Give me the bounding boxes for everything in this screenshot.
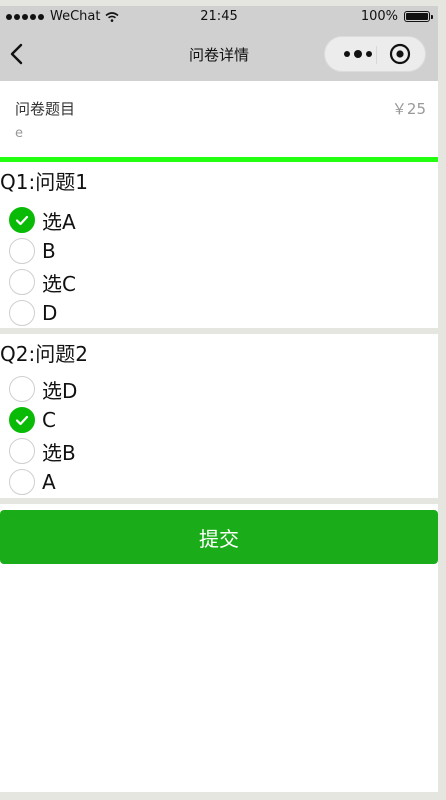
radio-unchecked-icon[interactable] bbox=[9, 376, 35, 402]
option-item[interactable]: B bbox=[9, 236, 56, 266]
option-label: 选B bbox=[42, 440, 76, 465]
option-item[interactable]: 选C bbox=[9, 267, 76, 297]
navigation-bar: 问卷详情 bbox=[0, 28, 438, 81]
question-card: Q1:问题1 选A B 选C D bbox=[0, 162, 438, 328]
option-item[interactable]: A bbox=[9, 467, 56, 497]
question-title: Q2:问题2 bbox=[0, 342, 88, 366]
battery-icon bbox=[404, 11, 433, 22]
radio-checked-icon[interactable] bbox=[9, 407, 35, 433]
option-item[interactable]: 选B bbox=[9, 436, 76, 466]
radio-unchecked-icon[interactable] bbox=[9, 238, 35, 264]
option-label: A bbox=[42, 470, 56, 494]
battery-status: 100% bbox=[360, 9, 433, 24]
submit-button[interactable]: 提交 bbox=[0, 510, 438, 564]
status-bar: WeChat 21:45 100% bbox=[0, 6, 438, 28]
radio-unchecked-icon[interactable] bbox=[9, 300, 35, 326]
survey-title: 问卷题目 bbox=[15, 100, 76, 118]
question-title: Q1:问题1 bbox=[0, 170, 88, 194]
option-item[interactable]: 选A bbox=[9, 205, 76, 235]
phone-screen: WeChat 21:45 100% 问卷详情 问卷题目 ￥25 e Q1:问题1… bbox=[0, 6, 438, 792]
radio-unchecked-icon[interactable] bbox=[9, 469, 35, 495]
radio-unchecked-icon[interactable] bbox=[9, 269, 35, 295]
option-item[interactable]: 选D bbox=[9, 374, 77, 404]
question-card: Q2:问题2 选D C 选B A bbox=[0, 334, 438, 498]
more-icon[interactable] bbox=[343, 49, 373, 59]
option-label: 选D bbox=[42, 378, 78, 403]
survey-price: ￥25 bbox=[391, 100, 426, 118]
option-label: 选C bbox=[42, 271, 76, 296]
capsule-divider bbox=[376, 46, 377, 64]
option-label: C bbox=[42, 408, 56, 432]
radio-unchecked-icon[interactable] bbox=[9, 438, 35, 464]
survey-header: 问卷题目 ￥25 e bbox=[0, 81, 438, 157]
option-item[interactable]: D bbox=[9, 298, 57, 328]
section-divider bbox=[0, 498, 438, 504]
close-target-icon[interactable] bbox=[389, 43, 411, 65]
radio-checked-icon[interactable] bbox=[9, 207, 35, 233]
option-label: B bbox=[42, 239, 56, 263]
mini-program-capsule bbox=[324, 36, 426, 72]
option-label: D bbox=[42, 301, 58, 325]
option-item[interactable]: C bbox=[9, 405, 56, 435]
option-label: 选A bbox=[42, 209, 76, 234]
survey-description: e bbox=[15, 126, 23, 141]
battery-percent: 100% bbox=[360, 9, 398, 24]
